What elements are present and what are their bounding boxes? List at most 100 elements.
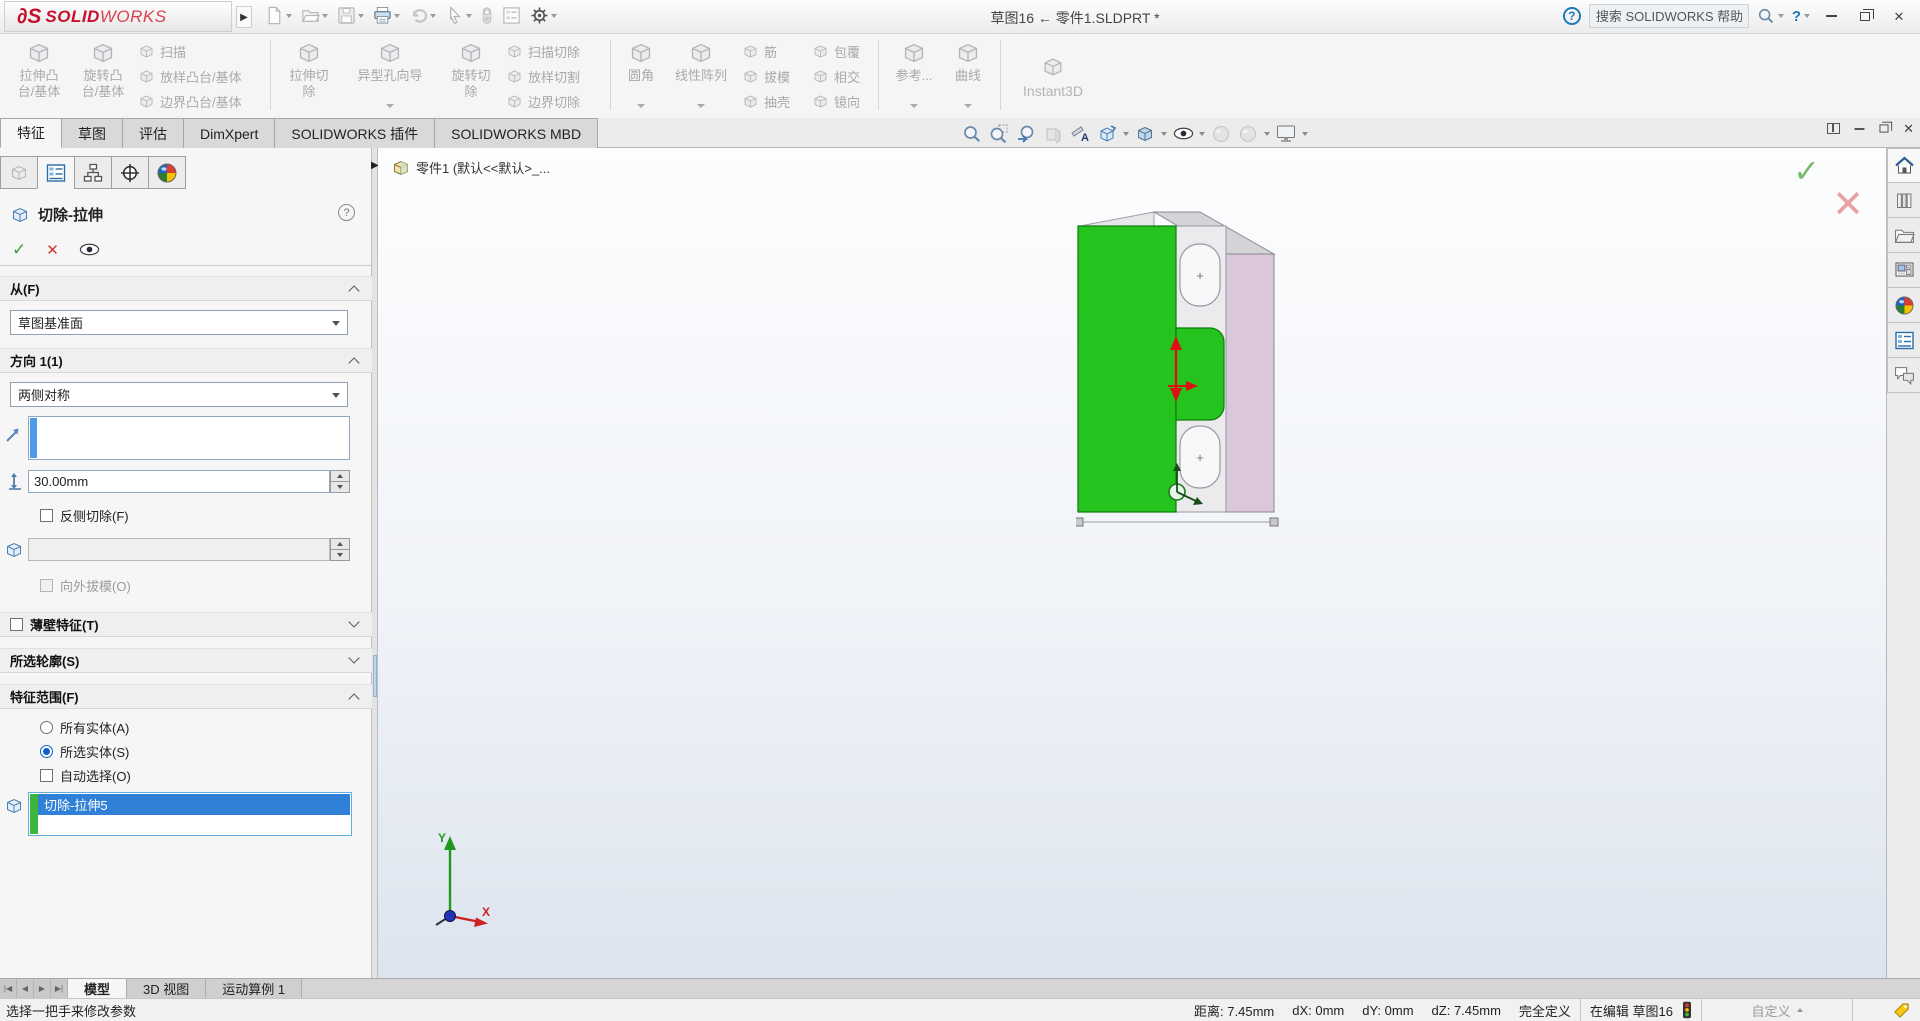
chevron-down-icon[interactable] — [637, 104, 645, 108]
new-document-button[interactable] — [262, 4, 295, 27]
forum-button[interactable] — [1887, 358, 1920, 393]
tab-motion-study[interactable]: 运动算例 1 — [206, 979, 303, 998]
help-icon[interactable]: ? — [338, 204, 355, 221]
resize-handle[interactable] — [1076, 517, 1279, 527]
chevron-down-icon[interactable] — [1199, 131, 1205, 136]
select-button[interactable] — [442, 4, 475, 27]
tab-sw-addins[interactable]: SOLIDWORKS 插件 — [274, 118, 436, 148]
split-pane-icon[interactable] — [1827, 123, 1841, 134]
bodies-selection-list[interactable]: 切除-拉伸5 — [28, 792, 352, 836]
cancel-button[interactable]: ✕ — [46, 241, 59, 259]
selected-bodies-radio-row[interactable]: 所选实体(S) — [40, 742, 129, 761]
intersect-button[interactable]: 相交 — [812, 65, 860, 87]
checkbox-icon[interactable] — [40, 509, 53, 522]
all-bodies-radio-row[interactable]: 所有实体(A) — [40, 718, 129, 737]
save-button[interactable] — [334, 4, 367, 27]
end-condition-dropdown[interactable]: 两侧对称 — [10, 382, 348, 407]
ok-button[interactable]: ✓ — [12, 240, 26, 260]
section-direction1[interactable]: 方向 1(1) — [0, 348, 372, 373]
confirmation-cancel-icon[interactable]: ✕ — [1832, 182, 1864, 227]
options-button[interactable] — [527, 4, 560, 27]
section-selected-contours[interactable]: 所选轮廓(S) — [0, 648, 372, 673]
tab-sw-mbd[interactable]: SOLIDWORKS MBD — [434, 118, 599, 148]
extruded-cut-button[interactable]: 拉伸切除 — [278, 38, 340, 116]
selected-body-item[interactable]: 切除-拉伸5 — [38, 794, 350, 815]
undo-button[interactable] — [406, 4, 439, 27]
confirmation-ok-icon[interactable]: ✓ — [1793, 152, 1820, 190]
file-explorer-button[interactable] — [1887, 218, 1920, 253]
custom-properties-button[interactable] — [1887, 323, 1920, 358]
prev-tab-button[interactable]: ◀ — [17, 979, 34, 998]
chevron-down-icon[interactable] — [1123, 131, 1129, 136]
boundary-boss-button[interactable]: 边界凸台/基体 — [138, 90, 242, 112]
menu-flyout-arrow-icon[interactable]: ▶ — [236, 6, 252, 28]
zoom-to-area-button[interactable] — [987, 122, 1011, 146]
status-unit-system[interactable]: 自定义 — [1702, 1001, 1852, 1020]
part-model[interactable]: + + — [1076, 210, 1288, 540]
boundary-cut-button[interactable]: 边界切除 — [506, 90, 580, 112]
radio-selected-icon[interactable] — [40, 745, 53, 758]
chevron-down-icon[interactable] — [386, 104, 394, 108]
swept-cut-button[interactable]: 扫描切除 — [506, 40, 580, 62]
chevron-down-icon[interactable] — [910, 104, 918, 108]
chevron-down-icon[interactable] — [1302, 131, 1308, 136]
tab-dimxpertmanager[interactable] — [111, 156, 149, 189]
lofted-boss-button[interactable]: 放样凸台/基体 — [138, 65, 242, 87]
chevron-down-icon[interactable] — [697, 104, 705, 108]
help-circle-icon[interactable]: ? — [1562, 7, 1581, 25]
appearances-button[interactable] — [1887, 288, 1920, 323]
search-input[interactable] — [1588, 4, 1749, 28]
swept-boss-button[interactable]: 扫描 — [138, 40, 186, 62]
rib-button[interactable]: 筋 — [742, 40, 777, 62]
revolved-boss-button[interactable]: 旋转凸 台/基体 — [72, 38, 134, 116]
doc-minimize-button[interactable] — [1854, 127, 1865, 130]
tab-propertymanager[interactable] — [37, 156, 75, 189]
previous-view-button[interactable] — [1014, 122, 1038, 146]
chevron-down-icon[interactable] — [1264, 131, 1270, 136]
next-tab-button[interactable]: ▶ — [34, 979, 51, 998]
draft-button[interactable]: 拔模 — [742, 65, 790, 87]
tab-displaymanager[interactable] — [148, 156, 186, 189]
chevron-down-icon[interactable] — [1161, 131, 1167, 136]
section-view-button[interactable] — [1041, 122, 1065, 146]
tab-features[interactable]: 特征 — [0, 118, 62, 148]
first-tab-button[interactable]: |◀ — [0, 979, 17, 998]
print-button[interactable] — [370, 4, 403, 27]
zoom-to-fit-button[interactable] — [960, 122, 984, 146]
tab-evaluate[interactable]: 评估 — [122, 118, 184, 148]
from-dropdown[interactable]: 草图基准面 — [10, 310, 348, 335]
minimize-button[interactable] — [1818, 5, 1844, 27]
flip-side-checkbox-row[interactable]: 反侧切除(F) — [40, 506, 129, 525]
last-tab-button[interactable]: ▶| — [51, 979, 68, 998]
instant3d-button[interactable]: Instant3D — [1008, 38, 1098, 116]
tab-dimxpert[interactable]: DimXpert — [183, 118, 276, 148]
view-settings-button[interactable] — [1274, 122, 1298, 146]
shell-button[interactable]: 抽壳 — [742, 90, 790, 112]
restore-button[interactable] — [1852, 5, 1878, 27]
help-menu-button[interactable]: ? — [1792, 8, 1810, 25]
hide-show-items-button[interactable] — [1171, 122, 1195, 146]
file-properties-button[interactable] — [499, 4, 524, 27]
tab-featuremanager[interactable] — [0, 156, 38, 189]
checkbox-icon[interactable] — [40, 769, 53, 782]
tab-3d-views[interactable]: 3D 视图 — [127, 979, 207, 998]
feature-tree-flyout[interactable]: 零件1 (默认<<默认>_... — [392, 158, 550, 177]
open-button[interactable] — [298, 4, 331, 27]
tab-configurationmanager[interactable] — [74, 156, 112, 189]
tags-button[interactable] — [1853, 1002, 1920, 1019]
section-thin-feature[interactable]: 薄壁特征(T) — [0, 612, 372, 637]
lofted-cut-button[interactable]: 放样切割 — [506, 65, 580, 87]
doc-restore-button[interactable] — [1879, 121, 1893, 133]
view-orientation-button[interactable] — [1095, 122, 1119, 146]
direction-selection-box[interactable] — [28, 416, 350, 460]
wrap-button[interactable]: 包覆 — [812, 40, 860, 62]
close-button[interactable]: ✕ — [1886, 5, 1912, 27]
chevron-down-icon[interactable] — [964, 104, 972, 108]
edit-appearance-button[interactable] — [1209, 122, 1233, 146]
section-from[interactable]: 从(F) — [0, 276, 372, 301]
home-tab-button[interactable] — [1887, 148, 1920, 183]
apply-scene-button[interactable] — [1236, 122, 1260, 146]
design-library-button[interactable] — [1887, 183, 1920, 218]
depth-spinner[interactable] — [330, 470, 350, 493]
graphics-viewport[interactable]: 零件1 (默认<<默认>_... ✓ ✕ + + Y X — [378, 148, 1886, 978]
